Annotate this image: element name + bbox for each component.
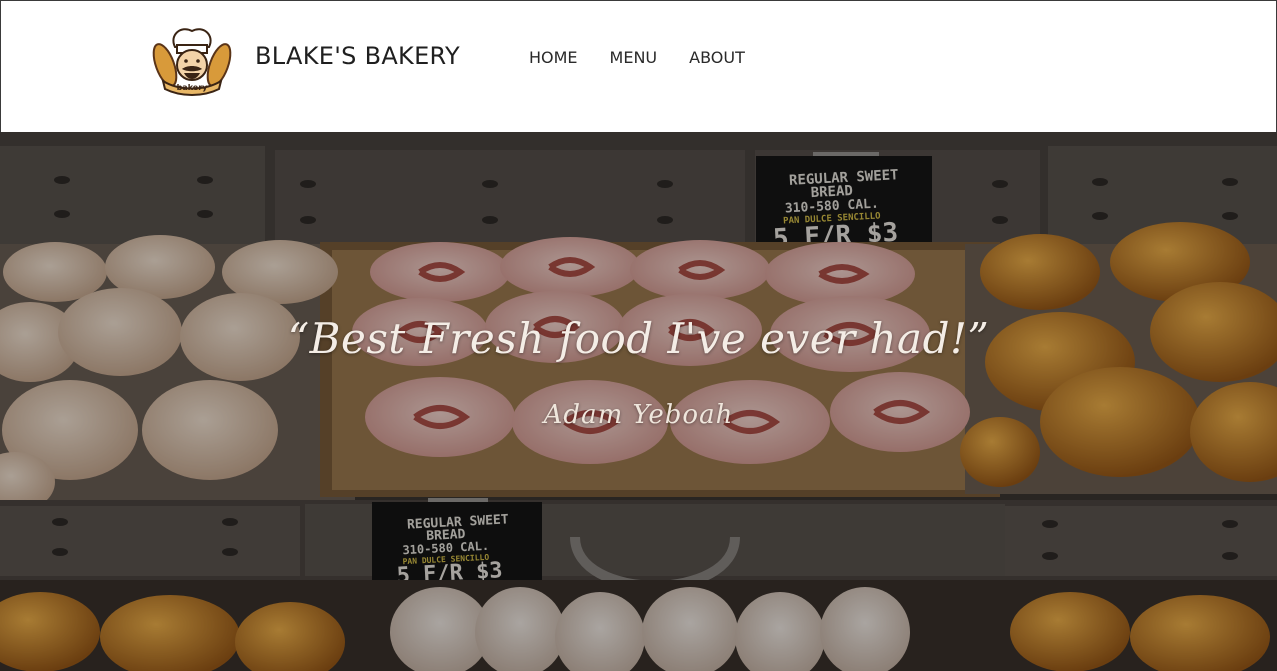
brand-name[interactable]: BLAKE'S BAKERY [255, 42, 460, 70]
bakery-logo-icon[interactable]: bakery [151, 21, 233, 97]
testimonial-author: Adam Yeboah [543, 400, 734, 430]
nav-menu[interactable]: MENU [610, 48, 658, 67]
testimonial-quote: “Best Fresh food I've ever had!” [287, 314, 990, 363]
svg-text:bakery: bakery [177, 83, 209, 92]
site-header: bakery BLAKE'S BAKERY HOME MENU ABOUT [0, 0, 1277, 132]
main-nav: HOME MENU ABOUT [529, 48, 777, 67]
nav-about[interactable]: ABOUT [689, 48, 745, 67]
hero-banner: REGULAR SWEET BREAD 310-580 CAL. PAN DUL… [0, 132, 1277, 671]
page: bakery BLAKE'S BAKERY HOME MENU ABOUT RE… [0, 0, 1277, 671]
nav-home[interactable]: HOME [529, 48, 578, 67]
